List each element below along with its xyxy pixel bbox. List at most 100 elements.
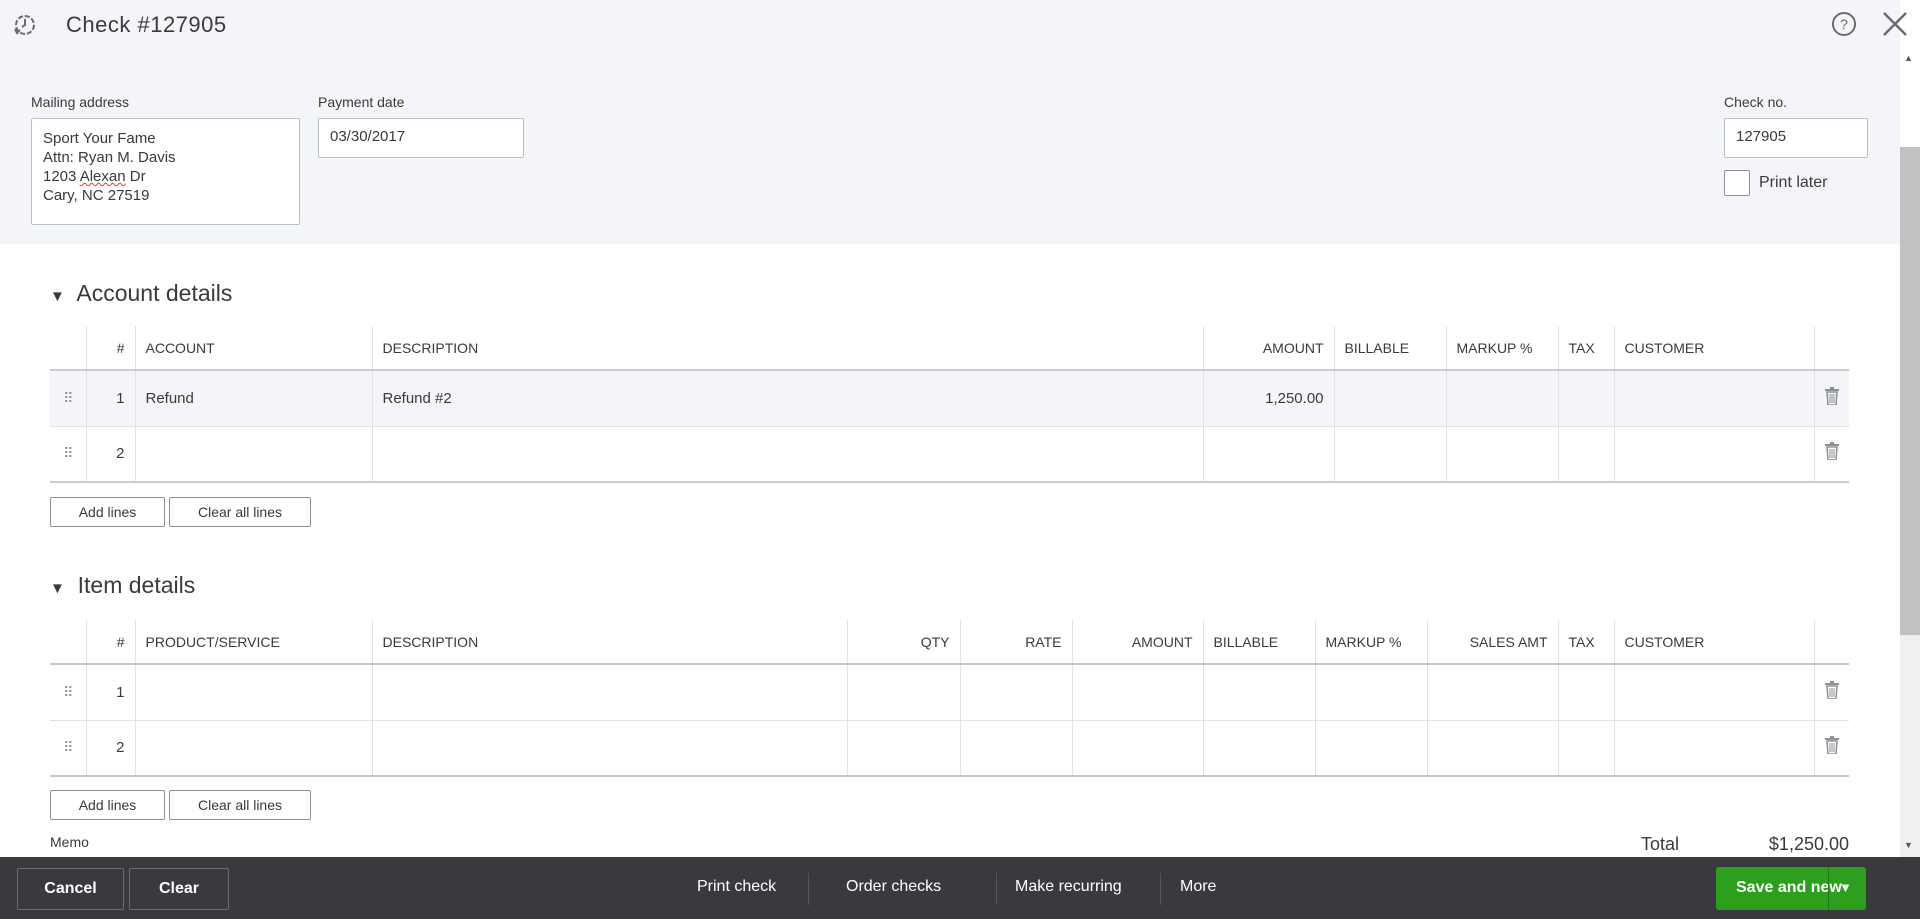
- cell-amount[interactable]: [1202, 426, 1334, 483]
- scrollbar[interactable]: [1900, 147, 1920, 857]
- table-row[interactable]: ⠿ 2: [50, 720, 1849, 777]
- scroll-up-icon[interactable]: ▲: [1904, 53, 1913, 63]
- column-header-description: DESCRIPTION: [371, 620, 847, 665]
- divider: [808, 873, 809, 905]
- cell-rate[interactable]: [959, 664, 1072, 721]
- scrollbar-thumb[interactable]: [1900, 147, 1920, 635]
- drag-handle-icon[interactable]: ⠿: [50, 664, 86, 721]
- cell-customer[interactable]: [1613, 426, 1814, 483]
- table-row[interactable]: ⠿ 1 Refund Refund #2 1,250.00: [50, 370, 1849, 427]
- trash-icon[interactable]: [1813, 664, 1849, 721]
- item-add-lines-button[interactable]: Add lines: [50, 790, 165, 820]
- item-details-toggle[interactable]: ▼ Item details: [50, 572, 195, 599]
- order-checks-link[interactable]: Order checks: [846, 878, 941, 896]
- trash-header: [1813, 326, 1849, 371]
- cell-billable[interactable]: [1333, 370, 1446, 427]
- line-number: 1: [85, 370, 135, 427]
- caret-down-icon: ▼: [50, 288, 65, 305]
- cell-customer[interactable]: [1613, 720, 1814, 777]
- cell-rate[interactable]: [959, 720, 1072, 777]
- print-check-link[interactable]: Print check: [697, 878, 776, 896]
- table-row[interactable]: ⠿ 2: [50, 426, 1849, 483]
- column-header-account: ACCOUNT: [134, 326, 372, 371]
- cell-description[interactable]: [371, 426, 1203, 483]
- column-header-markup: MARKUP %: [1314, 620, 1427, 665]
- grip-header: [50, 326, 86, 371]
- cell-sales-amt[interactable]: [1426, 720, 1558, 777]
- column-header-customer: CUSTOMER: [1613, 620, 1814, 665]
- make-recurring-link[interactable]: Make recurring: [1015, 878, 1122, 896]
- cell-account[interactable]: [134, 426, 372, 483]
- account-clear-lines-button[interactable]: Clear all lines: [169, 497, 311, 527]
- history-icon[interactable]: [12, 12, 38, 38]
- cell-customer[interactable]: [1613, 664, 1814, 721]
- trash-icon[interactable]: [1813, 720, 1849, 777]
- cell-description[interactable]: Refund #2: [371, 370, 1203, 427]
- cell-account[interactable]: Refund: [134, 370, 372, 427]
- cell-amount[interactable]: [1071, 720, 1203, 777]
- address-line: Sport Your Fame: [43, 130, 156, 147]
- column-header-billable: BILLABLE: [1202, 620, 1315, 665]
- cell-customer[interactable]: [1613, 370, 1814, 427]
- trash-icon[interactable]: [1813, 426, 1849, 483]
- address-line: 1203 Alexan Dr: [43, 168, 146, 185]
- cell-markup[interactable]: [1445, 426, 1558, 483]
- drag-handle-icon[interactable]: ⠿: [50, 370, 86, 427]
- page-title: Check #127905: [66, 12, 227, 37]
- column-header-customer: CUSTOMER: [1613, 326, 1814, 371]
- column-header-sales-amt: SALES AMT: [1426, 620, 1558, 665]
- account-details-table: # ACCOUNT DESCRIPTION AMOUNT BILLABLE MARKUP …: [50, 326, 1849, 483]
- cell-tax[interactable]: [1557, 664, 1614, 721]
- save-and-new-label: Save and new: [1736, 879, 1842, 896]
- column-header-markup: MARKUP %: [1445, 326, 1558, 371]
- address-line: Cary, NC 27519: [43, 187, 150, 204]
- cell-qty[interactable]: [846, 720, 960, 777]
- mailing-address-label: Mailing address: [31, 94, 130, 110]
- cell-tax[interactable]: [1557, 426, 1614, 483]
- cancel-button[interactable]: Cancel: [17, 868, 124, 910]
- check-no-input[interactable]: 127905: [1724, 118, 1868, 158]
- check-no-label: Check no.: [1724, 94, 1788, 110]
- print-later-checkbox[interactable]: [1724, 170, 1750, 196]
- save-options-dropdown-icon[interactable]: ▼: [1839, 880, 1852, 895]
- column-header-amount: AMOUNT: [1202, 326, 1334, 371]
- cell-billable[interactable]: [1202, 720, 1315, 777]
- cell-tax[interactable]: [1557, 370, 1614, 427]
- account-add-lines-button[interactable]: Add lines: [50, 497, 165, 527]
- cell-tax[interactable]: [1557, 720, 1614, 777]
- cell-sales-amt[interactable]: [1426, 664, 1558, 721]
- trash-icon[interactable]: [1813, 370, 1849, 427]
- column-header-billable: BILLABLE: [1333, 326, 1446, 371]
- cell-qty[interactable]: [846, 664, 960, 721]
- line-number: 2: [85, 426, 135, 483]
- cell-markup[interactable]: [1445, 370, 1558, 427]
- more-link[interactable]: More: [1180, 878, 1216, 896]
- drag-handle-icon[interactable]: ⠿: [50, 720, 86, 777]
- column-header-amount: AMOUNT: [1071, 620, 1203, 665]
- cell-billable[interactable]: [1202, 664, 1315, 721]
- check-header: Check #127905 ? Mailing address Sport Yo…: [0, 0, 1907, 244]
- account-details-toggle[interactable]: ▼ Account details: [50, 280, 232, 307]
- cell-description[interactable]: [371, 664, 847, 721]
- cell-description[interactable]: [371, 720, 847, 777]
- scroll-down-icon[interactable]: ▼: [1904, 840, 1913, 850]
- help-icon[interactable]: ?: [1831, 11, 1857, 37]
- cell-amount[interactable]: 1,250.00: [1202, 370, 1334, 427]
- line-number: 1: [85, 664, 135, 721]
- total-label: Total: [1641, 834, 1680, 854]
- cell-amount[interactable]: [1071, 664, 1203, 721]
- line-number: 2: [85, 720, 135, 777]
- cell-markup[interactable]: [1314, 720, 1427, 777]
- cell-product-service[interactable]: [134, 720, 372, 777]
- save-and-new-button[interactable]: Save and new ▼: [1716, 867, 1866, 910]
- cell-product-service[interactable]: [134, 664, 372, 721]
- cell-billable[interactable]: [1333, 426, 1446, 483]
- clear-button[interactable]: Clear: [129, 868, 229, 910]
- table-row[interactable]: ⠿ 1: [50, 664, 1849, 721]
- close-icon[interactable]: [1882, 11, 1908, 37]
- payment-date-input[interactable]: 03/30/2017: [318, 118, 524, 158]
- cell-markup[interactable]: [1314, 664, 1427, 721]
- drag-handle-icon[interactable]: ⠿: [50, 426, 86, 483]
- mailing-address-field[interactable]: Sport Your Fame Attn: Ryan M. Davis 1203…: [31, 118, 300, 225]
- item-clear-lines-button[interactable]: Clear all lines: [169, 790, 311, 820]
